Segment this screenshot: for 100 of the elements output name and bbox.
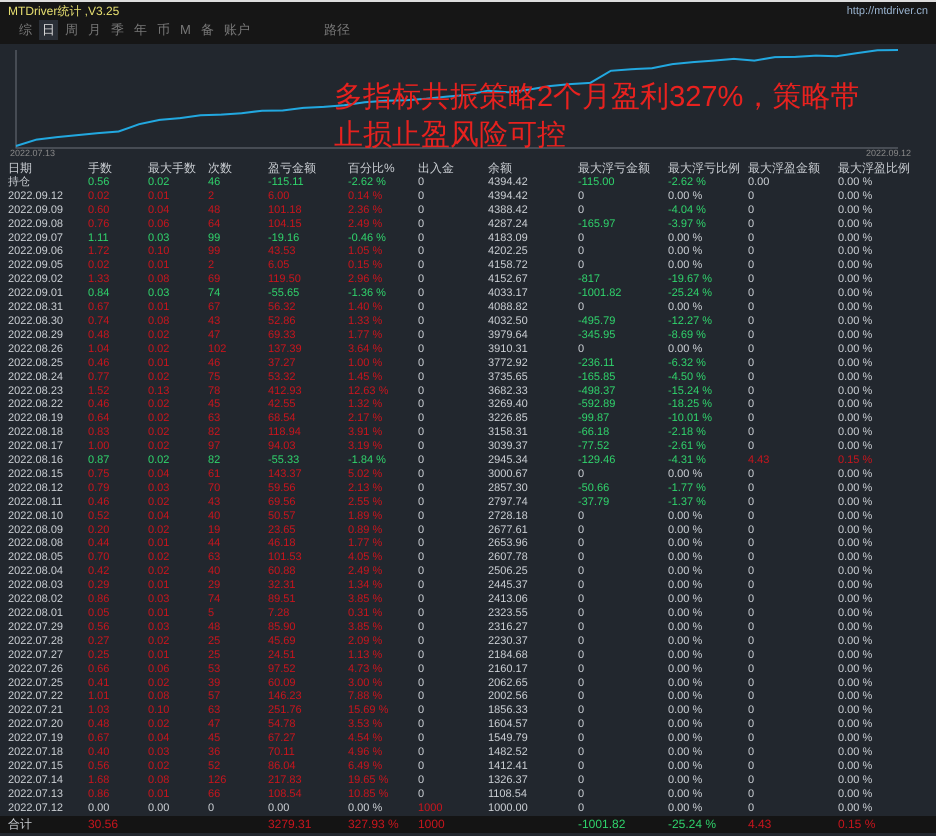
table-cell-text: 4.96 % [348, 746, 384, 760]
table-cell-text: 0.77 [88, 370, 110, 384]
table-cell-text: 0 [418, 510, 426, 524]
table-cell-text: -15.24 % [668, 384, 714, 398]
table-cell-text: 持仓 [8, 176, 31, 190]
table-cell-text: 12.63 % [348, 384, 390, 398]
table-cell-text: 19.65 % [348, 774, 390, 788]
table-cell-text: 0 [418, 384, 426, 398]
table-cell-text: 24.51 [268, 648, 297, 663]
table-cell-text: 0.00 % [668, 732, 704, 746]
table-cell-text: 1.89 % [348, 510, 384, 524]
table-cell-text: 0.86 [88, 593, 110, 607]
table-cell-text: 0 [578, 537, 586, 552]
table-cell-text: 0.02 [88, 190, 110, 204]
table-cell-text: 52 [208, 760, 222, 774]
table-cell-text: 0 [748, 537, 756, 552]
table-cell-text: 6.05 [268, 259, 290, 274]
table-cell-text: 0 [578, 774, 586, 788]
table-cell-text: 2022.09.06 [8, 245, 64, 260]
path-tab[interactable]: 路径 [320, 20, 353, 40]
tab[interactable]: 综 [16, 20, 35, 40]
table-cell-text: -1.77 % [668, 482, 707, 496]
table-cell-text: 0 [418, 690, 426, 704]
table-cell-text: 0.00 % [838, 328, 874, 343]
table-cell-text: -592.89 [578, 398, 616, 412]
table-cell-text: 0 [418, 259, 426, 274]
table-cell-text: 143.37 [268, 468, 303, 482]
table-cell-text: 2022.09.02 [8, 273, 64, 288]
table-cell-text: 37.27 [268, 356, 297, 371]
table-cell-text: 0.01 [148, 356, 170, 371]
table-cell-text: -1.84 % [348, 454, 387, 468]
table-cell-text: 0 [578, 676, 586, 690]
tab[interactable]: 备 [198, 20, 217, 40]
table-cell-text: 0.02 [148, 426, 170, 440]
table-cell-text: 23.65 [268, 524, 297, 538]
tab[interactable]: 年 [131, 20, 150, 40]
table-cell-text: 2413.06 [488, 593, 529, 607]
table-cell-text: 0.01 [148, 607, 170, 621]
table-cell-text: 0.00 % [668, 551, 704, 566]
table-cell-text: 0.20 [88, 524, 110, 538]
table-cell-text: 78 [208, 384, 222, 398]
table-cell-text: 0.02 [148, 440, 170, 454]
tab[interactable]: 日 [39, 20, 58, 40]
table-cell-text: 66 [208, 788, 222, 802]
table-cell-text: 0 [578, 620, 586, 635]
table-cell-text: 0 [418, 634, 426, 649]
table-cell-text: -77.52 [578, 440, 610, 454]
table-cell-text: 0 [748, 593, 756, 607]
table-cell-text: 0.14 % [348, 190, 384, 204]
table-cell-text: 0.00 % [668, 774, 704, 788]
table-cell-text: 0 [418, 662, 426, 677]
table-cell-text: 48 [208, 204, 222, 218]
table-cell-text: 3.00 % [348, 676, 384, 690]
table-cell-text: 0.00 [148, 802, 170, 816]
table-cell-text: 0.15 % [838, 454, 874, 468]
tab[interactable]: 周 [62, 20, 81, 40]
table-cell-text: 3.85 % [348, 620, 384, 635]
tab[interactable]: 季 [108, 20, 127, 40]
table-cell-text: 2.36 % [348, 204, 384, 218]
tab[interactable]: 账户 [220, 20, 253, 40]
table-cell-text: -498.37 [578, 384, 616, 398]
table-cell-text: 43 [208, 496, 222, 510]
table-cell-text: 0.89 % [348, 524, 384, 538]
table-cell-text: 0.00 % [668, 648, 704, 663]
table-cell-text: 0 [418, 607, 426, 621]
table-cell-text: 0.01 [148, 648, 170, 663]
table-cell-text: 1549.79 [488, 732, 529, 746]
table-cell-text: 0.00 % [668, 760, 704, 774]
table-cell-text: 40 [208, 565, 222, 580]
table-cell-text: 0 [418, 218, 426, 232]
table-cell-text: -236.11 [578, 356, 616, 371]
tab[interactable]: M [177, 20, 194, 40]
table-cell-text: 2022.09.01 [8, 287, 64, 302]
table-cell-text: 42.55 [268, 398, 297, 412]
table-cell-text: 69.33 [268, 328, 297, 343]
table-cell-text: 74 [208, 287, 222, 302]
table-cell-text: -495.79 [578, 314, 616, 329]
table-cell-text: 47 [208, 718, 222, 732]
table-cell-text: 3910.31 [488, 342, 529, 357]
table-cell-text: 0 [748, 496, 756, 510]
table-cell-text: 0 [578, 551, 586, 566]
table-cell-text: 0.02 [148, 342, 170, 357]
table-cell-text: -2.61 % [668, 440, 707, 454]
table-cell-text: 0.00 % [838, 704, 874, 718]
column-header: 出入金 [418, 162, 455, 176]
table-cell-text: 0.60 [88, 204, 110, 218]
table-cell-text: 1.33 [88, 273, 110, 288]
table-cell-text: 46.18 [268, 537, 297, 552]
table-cell-text: 0 [578, 245, 586, 260]
table-cell-text: 2022.08.02 [8, 593, 64, 607]
table-cell-text: 0.00 % [668, 524, 704, 538]
table-cell-text: 0 [578, 607, 586, 621]
table-cell-text: 0.02 [148, 565, 170, 580]
website-link[interactable]: http://mtdriver.cn [846, 2, 928, 20]
table-cell-text: 0 [418, 579, 426, 594]
table-cell-text: 0 [578, 648, 586, 663]
table-cell-text: 0 [418, 204, 426, 218]
tab[interactable]: 币 [154, 20, 173, 40]
tab[interactable]: 月 [85, 20, 104, 40]
table-cell-text: -19.67 % [668, 273, 714, 288]
